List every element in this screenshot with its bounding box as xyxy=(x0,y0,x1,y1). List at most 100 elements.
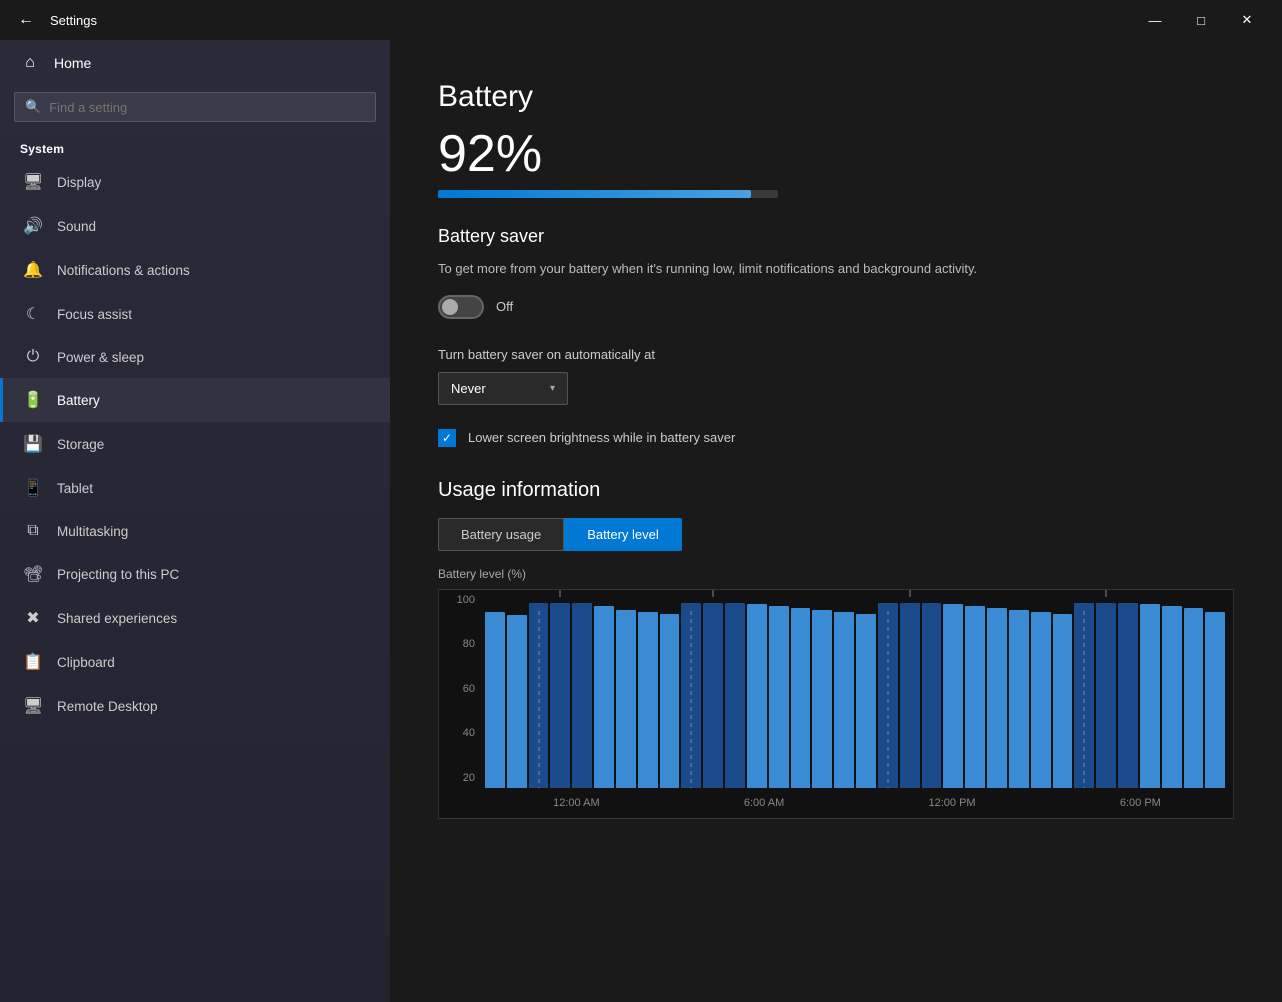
chart-bar xyxy=(1031,612,1051,788)
chart-bar xyxy=(529,603,549,788)
sidebar-item-projecting[interactable]: 📽 Projecting to this PC xyxy=(0,552,390,596)
search-input[interactable] xyxy=(49,100,365,115)
y-label-80: 80 xyxy=(443,638,475,650)
display-icon: 🖥 xyxy=(23,172,43,192)
x-label-6pm: 6:00 PM xyxy=(1120,797,1161,809)
chart-bar xyxy=(1118,603,1138,788)
power-icon: ⏻ xyxy=(23,348,43,366)
sidebar-item-home[interactable]: ⌂ Home xyxy=(0,40,390,86)
charge-pin xyxy=(909,590,910,597)
y-label-20: 20 xyxy=(443,772,475,784)
tab-battery-level[interactable]: Battery level xyxy=(564,518,682,551)
dropdown-value: Never xyxy=(451,381,486,396)
chevron-down-icon: ▾ xyxy=(550,383,555,394)
chart-x-axis: 12:00 AM 6:00 AM 12:00 PM 6:00 PM xyxy=(481,788,1233,818)
window-controls: — □ ✕ xyxy=(1132,0,1270,40)
sidebar-item-power[interactable]: ⏻ Power & sleep xyxy=(0,336,390,378)
notifications-icon: 🔔 xyxy=(23,260,43,280)
chart-bar xyxy=(1184,608,1204,787)
chart-bar xyxy=(878,603,898,788)
sidebar-item-multitasking[interactable]: ⧉ Multitasking xyxy=(0,510,390,552)
usage-title: Usage information xyxy=(438,479,1234,502)
chart-bar xyxy=(616,610,636,788)
checkmark-icon: ✓ xyxy=(442,431,452,445)
home-icon: ⌂ xyxy=(20,54,40,72)
maximize-button[interactable]: □ xyxy=(1178,0,1224,40)
minimize-button[interactable]: — xyxy=(1132,0,1178,40)
battery-saver-title: Battery saver xyxy=(438,226,1234,247)
sidebar-item-clipboard[interactable]: 📋 Clipboard xyxy=(0,640,390,684)
sidebar-item-remote[interactable]: 🖥 Remote Desktop xyxy=(0,684,390,728)
app-body: ⌂ Home 🔍 System 🖥 Display 🔊 Sound 🔔 Noti… xyxy=(0,40,1282,1002)
chart-bar xyxy=(638,612,658,788)
chart-bar xyxy=(1053,614,1073,788)
titlebar-title: Settings xyxy=(50,13,97,28)
battery-icon: 🔋 xyxy=(23,390,43,410)
focus-icon: ☾ xyxy=(23,304,43,324)
sidebar-item-notifications[interactable]: 🔔 Notifications & actions xyxy=(0,248,390,292)
remote-icon: 🖥 xyxy=(23,696,43,716)
chart-bar xyxy=(550,603,570,788)
charge-pin xyxy=(1106,590,1107,597)
chart-bar xyxy=(987,608,1007,787)
chart-y-axis: 100 80 60 40 20 xyxy=(439,590,481,788)
shared-icon: ✖ xyxy=(23,608,43,628)
battery-bar-container xyxy=(438,190,778,198)
chart-bar xyxy=(507,615,527,787)
toggle-knob xyxy=(442,299,458,315)
titlebar: ← Settings — □ ✕ xyxy=(0,0,1282,40)
chart-bar xyxy=(572,603,592,788)
chart-bar xyxy=(594,606,614,787)
battery-bar-fill xyxy=(438,190,751,198)
chart-bar xyxy=(1140,604,1160,787)
multitasking-icon: ⧉ xyxy=(23,522,43,540)
sidebar-item-focus[interactable]: ☾ Focus assist xyxy=(0,292,390,336)
y-label-60: 60 xyxy=(443,683,475,695)
charge-dashed-line xyxy=(691,611,692,788)
charge-dashed-line xyxy=(887,611,888,788)
close-icon: ✕ xyxy=(1242,12,1253,28)
chart-bar xyxy=(900,603,920,788)
battery-saver-toggle[interactable] xyxy=(438,295,484,319)
battery-saver-toggle-row: Off xyxy=(438,295,1234,319)
page-title: Battery xyxy=(438,80,1234,114)
battery-saver-dropdown[interactable]: Never ▾ xyxy=(438,372,568,405)
sidebar-search-container: 🔍 xyxy=(14,92,376,122)
sidebar-item-tablet[interactable]: 📱 Tablet xyxy=(0,466,390,510)
battery-saver-description: To get more from your battery when it's … xyxy=(438,259,998,279)
tab-row: Battery usage Battery level xyxy=(438,518,1234,551)
x-label-6am: 6:00 AM xyxy=(744,797,784,809)
charge-pin xyxy=(560,590,561,597)
chart-y-axis-label: Battery level (%) xyxy=(438,567,1234,581)
lower-brightness-checkbox[interactable]: ✓ xyxy=(438,429,456,447)
back-button[interactable]: ← xyxy=(12,6,40,34)
charge-dashed-line xyxy=(1084,611,1085,788)
y-label-100: 100 xyxy=(443,594,475,606)
x-label-12pm: 12:00 PM xyxy=(929,797,976,809)
chart-bar xyxy=(922,603,942,788)
chart-bar xyxy=(943,604,963,787)
sidebar-item-display[interactable]: 🖥 Display xyxy=(0,160,390,204)
chart-bar xyxy=(725,603,745,788)
maximize-icon: □ xyxy=(1197,13,1205,28)
chart-bar xyxy=(812,610,832,788)
chart-bar xyxy=(791,608,811,787)
close-button[interactable]: ✕ xyxy=(1224,0,1270,40)
sidebar-item-sound[interactable]: 🔊 Sound xyxy=(0,204,390,248)
clipboard-icon: 📋 xyxy=(23,652,43,672)
battery-chart: 100 80 60 40 20 12:00 AM 6:00 AM 12:00 P… xyxy=(438,589,1234,819)
sidebar-item-shared[interactable]: ✖ Shared experiences xyxy=(0,596,390,640)
sidebar-item-battery[interactable]: 🔋 Battery xyxy=(0,378,390,422)
chart-bar xyxy=(747,604,767,787)
storage-icon: 💾 xyxy=(23,434,43,454)
lower-brightness-label: Lower screen brightness while in battery… xyxy=(468,430,735,445)
chart-bar xyxy=(856,614,876,788)
battery-percentage: 92% xyxy=(438,124,1234,184)
y-label-40: 40 xyxy=(443,727,475,739)
chart-bar xyxy=(1096,603,1116,788)
chart-bar xyxy=(660,614,680,788)
chart-bar xyxy=(681,603,701,788)
lower-brightness-row: ✓ Lower screen brightness while in batte… xyxy=(438,429,1234,447)
tab-battery-usage[interactable]: Battery usage xyxy=(438,518,564,551)
sidebar-item-storage[interactable]: 💾 Storage xyxy=(0,422,390,466)
